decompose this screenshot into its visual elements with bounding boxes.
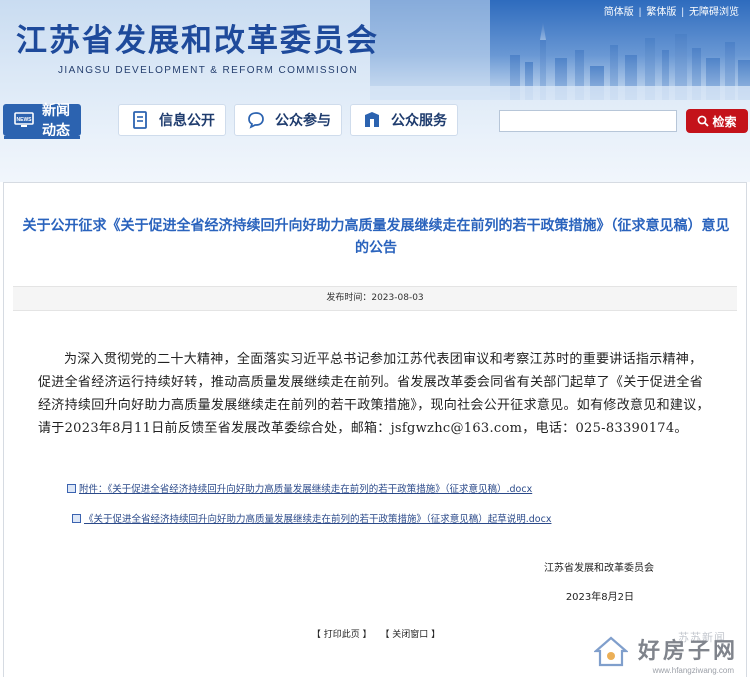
site-subtitle: JIANGSU DEVELOPMENT & REFORM COMMISSION: [58, 65, 359, 76]
chat-icon: [245, 110, 267, 130]
article-title: 关于公开征求《关于促进全省经济持续回升向好助力高质量发展继续走在前列的若干政策措…: [22, 218, 730, 256]
attachment-link-2[interactable]: 《关于促进全省经济持续回升向好助力高质量发展继续走在前列的若干政策措施》（征求意…: [72, 511, 551, 525]
simplified-link[interactable]: 简体版: [599, 7, 639, 18]
top-links: 简体版 | 繁体版 | 无障碍浏览: [599, 3, 744, 18]
search-button[interactable]: 检索: [686, 109, 748, 133]
nav-label: 新闻动态: [42, 103, 70, 139]
nav-item-public-service[interactable]: 公众服务: [350, 104, 458, 136]
watermark-url: www.hfangziwang.com: [652, 666, 734, 675]
attachment-link-1[interactable]: 附件：《关于促进全省经济持续回升向好助力高质量发展继续走在前列的若干政策措施》（…: [67, 481, 532, 495]
nav-item-info-disclosure[interactable]: 信息公开: [118, 104, 226, 136]
house-logo-icon: [594, 636, 628, 667]
publish-date: 发布时间：2023-08-03: [13, 286, 737, 311]
nav-label: 公众参与: [275, 113, 331, 129]
nav-item-public-participation[interactable]: 公众参与: [234, 104, 342, 136]
signer: 江苏省发展和改革委员会: [544, 563, 654, 574]
svg-text:NEWS: NEWS: [17, 117, 33, 123]
attachment-label: 附件：《关于促进全省经济持续回升向好助力高质量发展继续走在前列的若干政策措施》（…: [79, 484, 533, 495]
article-container: 关于公开征求《关于促进全省经济持续回升向好助力高质量发展继续走在前列的若干政策措…: [3, 182, 747, 677]
nav-active-indicator: [4, 136, 80, 139]
close-window-link[interactable]: 【 关闭窗口 】: [380, 630, 440, 640]
article-body: 为深入贯彻党的二十大精神，全面落实习近平总书记参加江苏代表团审议和考察江苏时的重…: [38, 352, 710, 436]
site-header: 简体版 | 繁体版 | 无障碍浏览 江苏省发展和改革委员会 JIANGSU DEVELO…: [0, 0, 750, 182]
file-icon: [67, 483, 76, 493]
nav-label: 公众服务: [391, 113, 447, 129]
file-icon: [72, 513, 81, 523]
document-icon: [129, 110, 151, 130]
watermark-text: 好房子网: [637, 638, 738, 664]
nav-label: 信息公开: [159, 113, 215, 129]
nav-item-news[interactable]: NEWS 新闻动态: [3, 103, 81, 139]
sign-date: 2023年8月2日: [565, 592, 634, 603]
monitor-icon: NEWS: [14, 110, 34, 130]
accessibility-link[interactable]: 无障碍浏览: [684, 7, 744, 18]
attachment-label: 《关于促进全省经济持续回升向好助力高质量发展继续走在前列的若干政策措施》（征求意…: [84, 514, 552, 525]
watermark: 苏苏新闻 好房子网 www.hfangziwang.com: [586, 627, 746, 677]
print-page-link[interactable]: 【 打印此页 】: [312, 630, 372, 640]
search-button-label: 检索: [712, 114, 737, 129]
search-input[interactable]: [499, 110, 677, 132]
site-title[interactable]: 江苏省发展和改革委员会: [16, 15, 379, 60]
traditional-link[interactable]: 繁体版: [641, 7, 681, 18]
search-icon: [698, 115, 710, 127]
service-icon: [361, 110, 383, 130]
